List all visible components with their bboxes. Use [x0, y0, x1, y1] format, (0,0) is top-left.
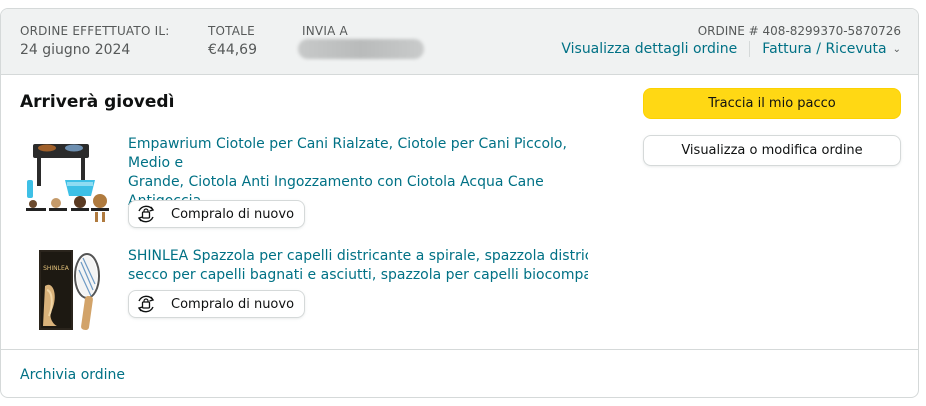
total-label: TOTALE: [208, 24, 255, 38]
buy-again-label: Compralo di nuovo: [171, 296, 295, 312]
product-title-line: SHINLEA Spazzola per capelli districante…: [128, 248, 588, 264]
invoice-link[interactable]: Fattura / Ricevuta: [762, 41, 886, 57]
order-header: ORDINE EFFETTUATO IL: 24 giugno 2024 TOT…: [1, 9, 918, 75]
dog-bowl-picture: [23, 138, 111, 226]
order-number: ORDINE # 408-8299370-5870726: [697, 24, 901, 38]
product-title-link[interactable]: SHINLEA Spazzola per capelli districante…: [128, 247, 588, 285]
buy-again-label: Compralo di nuovo: [171, 206, 295, 222]
delivery-status-title: Arriverà giovedì: [20, 92, 175, 112]
product-image-dog-bowls[interactable]: [23, 138, 111, 230]
order-placed-date: 24 giugno 2024: [20, 42, 131, 58]
product-image-hair-brush[interactable]: SHINLEA: [23, 246, 111, 338]
product-title-line: Empawrium Ciotole per Cani Rialzate, Cio…: [128, 136, 567, 171]
archive-order-link[interactable]: Archivia ordine: [20, 367, 125, 383]
view-order-details-link[interactable]: Visualizza dettagli ordine: [561, 41, 737, 57]
footer-divider: [1, 349, 918, 350]
buy-again-button[interactable]: Compralo di nuovo: [128, 290, 306, 318]
link-divider: [749, 41, 751, 57]
header-links: Visualizza dettagli ordine Fattura / Ric…: [561, 41, 901, 57]
package-brand-text: SHINLEA: [43, 265, 70, 272]
chevron-down-icon[interactable]: ⌄: [893, 44, 901, 55]
buy-again-icon: [137, 205, 155, 223]
buy-again-button[interactable]: Compralo di nuovo: [128, 200, 306, 228]
hair-brush-picture: SHINLEA: [23, 246, 111, 334]
product-title-line: secco per capelli bagnati e asciutti, sp…: [128, 267, 588, 283]
buy-again-icon: [137, 295, 155, 313]
ship-to-label: INVIA A: [302, 24, 348, 38]
order-placed-label: ORDINE EFFETTUATO IL:: [20, 24, 170, 38]
order-card: ORDINE EFFETTUATO IL: 24 giugno 2024 TOT…: [0, 8, 919, 398]
track-package-button[interactable]: Traccia il mio pacco: [643, 88, 901, 119]
ship-to-redacted-name[interactable]: [298, 39, 424, 59]
view-modify-order-button[interactable]: Visualizza o modifica ordine: [643, 135, 901, 166]
total-value: €44,69: [208, 42, 257, 58]
